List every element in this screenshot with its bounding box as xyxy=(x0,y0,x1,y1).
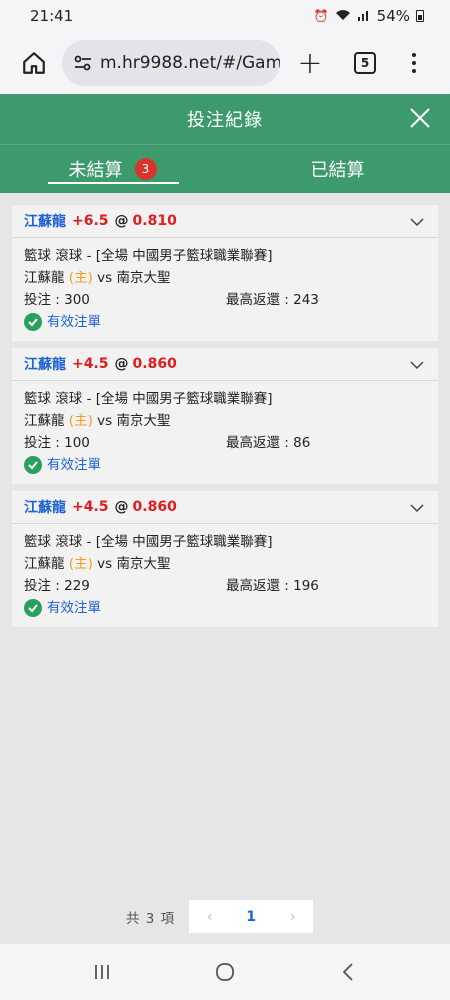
chevron-down-icon[interactable] xyxy=(410,501,424,517)
close-icon[interactable] xyxy=(408,106,432,130)
handicap: +6.5 xyxy=(72,213,109,229)
bet-card: 江蘇龍 +4.5 @ 0.860 籃球 滾球 - [全場 中國男子籃球職業聯賽]… xyxy=(12,348,438,484)
check-circle-icon xyxy=(24,599,42,617)
bet-list: 江蘇龍 +6.5 @ 0.810 籃球 滾球 - [全場 中國男子籃球職業聯賽]… xyxy=(12,205,438,634)
odds: 0.860 xyxy=(132,499,177,515)
next-page-button[interactable]: › xyxy=(272,900,313,933)
battery-level: 54% xyxy=(376,7,410,25)
vs-label: vs xyxy=(97,270,113,286)
bet-status: 有效注單 xyxy=(24,597,426,619)
system-nav-bar xyxy=(0,944,450,1000)
home-team: 江蘇龍 xyxy=(24,270,65,286)
match-line: 江蘇龍 (主) vs 南京大聖 xyxy=(24,553,426,575)
recents-icon[interactable] xyxy=(82,952,122,992)
url-text: m.hr9988.net/#/Games xyxy=(100,53,280,73)
tab-settled[interactable]: 已結算 xyxy=(225,145,450,193)
selection-team: 江蘇龍 xyxy=(24,357,66,373)
stake: 投注 : 100 xyxy=(24,435,90,451)
bet-card: 江蘇龍 +6.5 @ 0.810 籃球 滾球 - [全場 中國男子籃球職業聯賽]… xyxy=(12,205,438,341)
bet-card-header[interactable]: 江蘇龍 +4.5 @ 0.860 xyxy=(12,348,438,381)
league-line: 籃球 滾球 - [全場 中國男子籃球職業聯賽] xyxy=(24,534,273,550)
vs-label: vs xyxy=(97,413,113,429)
selection-team: 江蘇龍 xyxy=(24,500,66,516)
address-bar[interactable]: m.hr9988.net/#/Games xyxy=(62,40,280,86)
total-count: 共 3 項 xyxy=(126,910,176,927)
max-return: 最高返還 : 196 xyxy=(226,578,319,594)
amount-row: 投注 : 229 最高返還 : 196 xyxy=(24,575,426,597)
handicap: +4.5 xyxy=(72,499,109,515)
away-team: 南京大聖 xyxy=(116,413,171,429)
pager: ‹ 1 › xyxy=(189,900,314,933)
away-team: 南京大聖 xyxy=(116,556,171,572)
browser-toolbar: m.hr9988.net/#/Games + 5 xyxy=(0,32,450,94)
odds: 0.810 xyxy=(132,213,177,229)
more-vert-icon[interactable] xyxy=(412,53,416,73)
max-return: 最高返還 : 243 xyxy=(226,292,319,308)
bet-card-body: 籃球 滾球 - [全場 中國男子籃球職業聯賽] 江蘇龍 (主) vs 南京大聖 … xyxy=(12,381,438,484)
bet-card-header[interactable]: 江蘇龍 +6.5 @ 0.810 xyxy=(12,205,438,238)
count-badge: 3 xyxy=(134,158,157,180)
amount-row: 投注 : 300 最高返還 : 243 xyxy=(24,289,426,311)
alarm-icon: ⏰ xyxy=(313,9,329,23)
plus-icon[interactable]: + xyxy=(296,46,324,81)
tab-count: 5 xyxy=(360,56,370,70)
status-icons: ⏰ 54% xyxy=(314,7,424,25)
home-team: 江蘇龍 xyxy=(24,413,65,429)
site-settings-icon[interactable] xyxy=(74,55,92,71)
bet-card: 江蘇龍 +4.5 @ 0.860 籃球 滾球 - [全場 中國男子籃球職業聯賽]… xyxy=(12,491,438,627)
at-sign: @ xyxy=(114,213,129,229)
home-tag: (主) xyxy=(68,270,93,286)
vs-label: vs xyxy=(97,556,113,572)
bet-status: 有效注單 xyxy=(24,454,426,476)
bet-status: 有效注單 xyxy=(24,311,426,333)
current-page[interactable]: 1 xyxy=(230,900,272,933)
check-circle-icon xyxy=(24,313,42,331)
page-header: 投注紀錄 xyxy=(0,94,450,144)
back-icon[interactable] xyxy=(328,952,368,992)
at-sign: @ xyxy=(114,356,129,372)
pagination: 共 3 項 ‹ 1 › xyxy=(126,900,314,933)
tab-unsettled[interactable]: 未結算 3 xyxy=(0,145,225,193)
chevron-down-icon[interactable] xyxy=(410,215,424,231)
home-team: 江蘇龍 xyxy=(24,556,65,572)
max-return: 最高返還 : 86 xyxy=(226,435,311,451)
tab-switcher-icon[interactable]: 5 xyxy=(354,52,376,74)
chevron-down-icon[interactable] xyxy=(410,358,424,374)
match-line: 江蘇龍 (主) vs 南京大聖 xyxy=(24,267,426,289)
selection-team: 江蘇龍 xyxy=(24,214,66,230)
home-circle-icon[interactable] xyxy=(205,952,245,992)
home-tag: (主) xyxy=(68,556,93,572)
match-line: 江蘇龍 (主) vs 南京大聖 xyxy=(24,410,426,432)
bet-card-body: 籃球 滾球 - [全場 中國男子籃球職業聯賽] 江蘇龍 (主) vs 南京大聖 … xyxy=(12,524,438,627)
page-title: 投注紀錄 xyxy=(187,110,263,131)
league-line: 籃球 滾球 - [全場 中國男子籃球職業聯賽] xyxy=(24,391,273,407)
away-team: 南京大聖 xyxy=(116,270,171,286)
clock: 21:41 xyxy=(30,7,74,25)
status-text: 有效注單 xyxy=(47,600,101,616)
home-icon[interactable] xyxy=(16,45,52,81)
bet-card-body: 籃球 滾球 - [全場 中國男子籃球職業聯賽] 江蘇龍 (主) vs 南京大聖 … xyxy=(12,238,438,341)
tab-bar: 未結算 3 已結算 xyxy=(0,144,450,193)
tab-label: 未結算 xyxy=(68,160,123,181)
status-text: 有效注單 xyxy=(47,457,101,473)
handicap: +4.5 xyxy=(72,356,109,372)
at-sign: @ xyxy=(114,499,129,515)
battery-icon xyxy=(416,10,424,22)
league-line: 籃球 滾球 - [全場 中國男子籃球職業聯賽] xyxy=(24,248,273,264)
prev-page-button[interactable]: ‹ xyxy=(189,900,230,933)
stake: 投注 : 229 xyxy=(24,578,90,594)
stake: 投注 : 300 xyxy=(24,292,90,308)
home-tag: (主) xyxy=(68,413,93,429)
status-text: 有效注單 xyxy=(47,314,101,330)
tab-label: 已結算 xyxy=(310,160,365,181)
odds: 0.860 xyxy=(132,356,177,372)
amount-row: 投注 : 100 最高返還 : 86 xyxy=(24,432,426,454)
wifi-icon xyxy=(335,9,351,24)
status-bar: 21:41 ⏰ 54% xyxy=(0,0,450,32)
check-circle-icon xyxy=(24,456,42,474)
bet-card-header[interactable]: 江蘇龍 +4.5 @ 0.860 xyxy=(12,491,438,524)
signal-icon xyxy=(357,9,371,24)
